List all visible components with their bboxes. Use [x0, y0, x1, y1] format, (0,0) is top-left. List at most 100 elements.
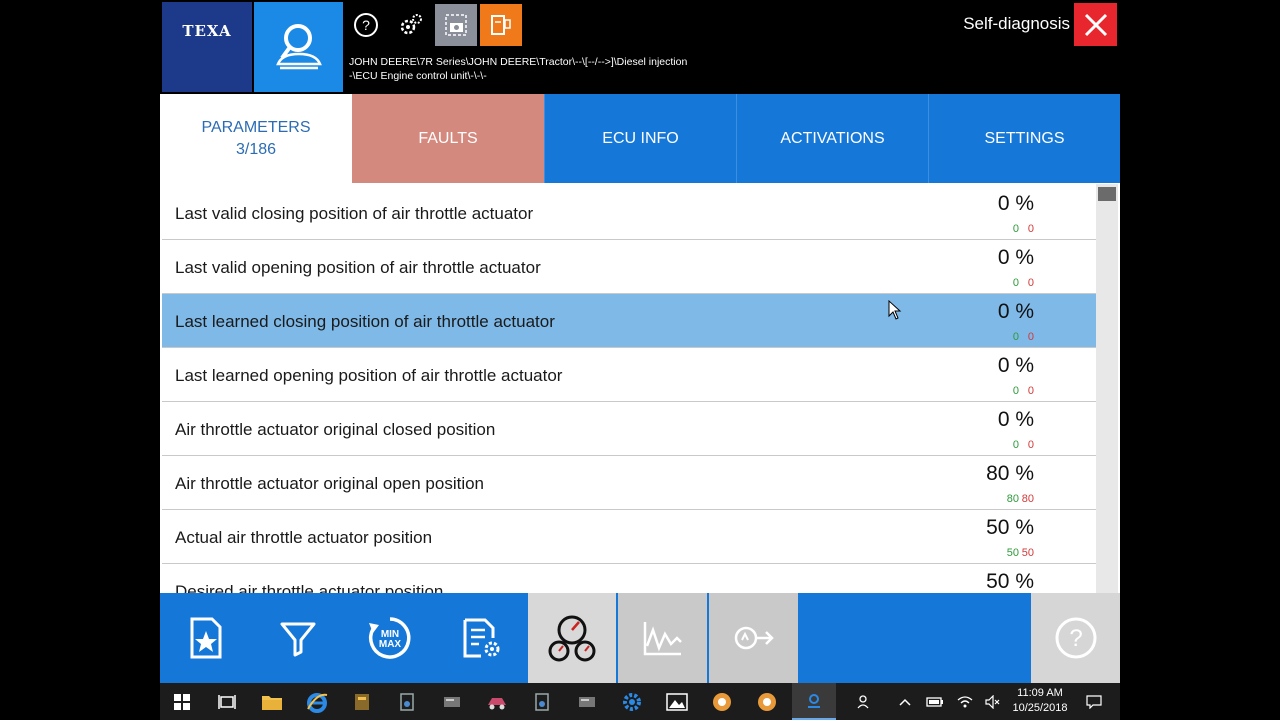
parameter-min: 50	[1006, 547, 1019, 559]
vehicle-search-button[interactable]	[254, 2, 343, 92]
favorites-button[interactable]	[160, 593, 252, 683]
parameter-min: 0	[1012, 223, 1019, 235]
parameter-max: 0	[1027, 277, 1034, 289]
taskbar-app-2[interactable]	[385, 683, 429, 720]
photos-icon	[666, 692, 688, 711]
tray-battery[interactable]	[920, 683, 950, 720]
tray-wifi[interactable]	[950, 683, 980, 720]
taskbar-app-7[interactable]	[700, 683, 744, 720]
app-vehicle-icon	[488, 697, 506, 709]
parameter-row[interactable]: Last valid opening position of air throt…	[162, 240, 1096, 294]
app-box-icon	[355, 693, 369, 710]
svg-text:?: ?	[362, 17, 370, 33]
filter-icon	[280, 622, 316, 657]
tab-activations-label: ACTIVATIONS	[780, 129, 885, 147]
tab-settings[interactable]: SETTINGS	[928, 94, 1120, 183]
document-settings-icon	[463, 618, 500, 658]
taskbar-app-1[interactable]	[340, 683, 384, 720]
mouse-cursor-icon	[888, 300, 902, 320]
wifi-icon	[957, 695, 973, 707]
parameter-row[interactable]: Last valid closing position of air throt…	[162, 186, 1096, 240]
task-view-button[interactable]	[205, 683, 249, 720]
parameter-row[interactable]: Desired air throttle actuator position 5…	[162, 564, 1096, 593]
tab-parameters-label: PARAMETERS	[201, 118, 311, 136]
camera-icon	[445, 14, 467, 36]
parameter-value: 0 %	[997, 192, 1034, 215]
action-center-button[interactable]	[1074, 683, 1114, 720]
task-view-icon	[218, 694, 236, 709]
list-scrollbar[interactable]	[1096, 184, 1118, 593]
tab-parameters[interactable]: PARAMETERS 3/186	[160, 94, 352, 183]
tab-faults[interactable]: FAULTS	[352, 94, 544, 183]
start-button[interactable]	[160, 683, 204, 720]
export-button[interactable]	[709, 593, 798, 683]
taskbar-clock[interactable]: 11:09 AM 10/25/2018	[1002, 686, 1078, 716]
diagnostic-device-icon	[491, 15, 511, 35]
taskbar-app-3[interactable]	[430, 683, 474, 720]
scrollbar-thumb[interactable]	[1098, 187, 1116, 201]
taskbar-settings[interactable]	[610, 683, 654, 720]
bottom-toolbar: MIN MAX ?	[160, 593, 1120, 683]
filter-button[interactable]	[252, 593, 344, 683]
help-button[interactable]: ?	[345, 4, 387, 46]
taskbar-app-4[interactable]	[475, 683, 519, 720]
tab-ecu-info[interactable]: ECU INFO	[544, 94, 736, 183]
graph-view-button[interactable]	[618, 593, 707, 683]
parameter-value: 0 %	[997, 408, 1034, 431]
vehicle-breadcrumb: JOHN DEERE\7R Series\JOHN DEERE\Tractor\…	[349, 56, 688, 82]
parameter-row[interactable]: Air throttle actuator original open posi…	[162, 456, 1096, 510]
mode-title: Self-diagnosis	[963, 14, 1070, 33]
screenshot-button[interactable]	[435, 4, 477, 46]
parameter-row[interactable]: Actual air throttle actuator position 50…	[162, 510, 1096, 564]
minmax-bottom-label: MAX	[379, 639, 402, 650]
tab-bar: PARAMETERS 3/186 FAULTS ECU INFO ACTIVAT…	[160, 94, 1120, 183]
tray-expand[interactable]	[890, 683, 920, 720]
reset-minmax-button[interactable]: MIN MAX	[344, 593, 436, 683]
parameter-row[interactable]: Last learned opening position of air thr…	[162, 348, 1096, 402]
taskbar-app-6[interactable]	[565, 683, 609, 720]
parameter-max: 50	[1021, 547, 1034, 559]
close-button[interactable]	[1074, 3, 1117, 46]
device-button[interactable]	[480, 4, 522, 46]
parameter-row[interactable]: Air throttle actuator original closed po…	[162, 402, 1096, 456]
clock-time: 11:09 AM	[1017, 687, 1063, 699]
app-tool-icon	[579, 696, 595, 707]
favorites-page-icon	[190, 617, 222, 659]
taskbar-app-5[interactable]	[520, 683, 564, 720]
parameter-min: 0	[1012, 331, 1019, 343]
taskbar-texa-active[interactable]	[792, 683, 836, 720]
tray-people[interactable]	[850, 683, 880, 720]
gauges-view-button[interactable]	[528, 593, 616, 683]
internet-explorer-icon	[307, 692, 328, 713]
parameter-min: 0	[1012, 277, 1019, 289]
volume-muted-icon	[985, 694, 1000, 709]
app-doc-icon	[535, 692, 549, 711]
tab-settings-label: SETTINGS	[984, 129, 1065, 147]
parameter-max: 0	[1027, 439, 1034, 451]
parameter-name: Air throttle actuator original open posi…	[175, 474, 485, 493]
taskbar-file-explorer[interactable]	[250, 683, 294, 720]
people-icon	[857, 694, 869, 708]
gear-button[interactable]	[390, 4, 432, 46]
parameter-min: 80	[1006, 493, 1019, 505]
header-bar: TEXA ? JOHN DEERE\7R Series\JOHN DEERE\T…	[160, 0, 1120, 94]
taskbar-photos[interactable]	[655, 683, 699, 720]
parameter-name: Last learned opening position of air thr…	[175, 366, 563, 385]
parameter-name: Last learned closing position of air thr…	[175, 312, 555, 331]
tab-parameters-count: 3/186	[235, 140, 277, 158]
help-bottom-button[interactable]: ?	[1031, 593, 1120, 683]
help-icon: ?	[354, 13, 378, 37]
svg-text:?: ?	[1069, 625, 1082, 652]
parameter-max: 0	[1027, 331, 1034, 343]
tab-activations[interactable]: ACTIVATIONS	[736, 94, 928, 183]
parameter-value: 0 %	[997, 354, 1034, 377]
taskbar-app-8[interactable]	[745, 683, 789, 720]
texa-logo: TEXA	[162, 2, 252, 92]
tab-ecu-info-label: ECU INFO	[602, 129, 679, 147]
parameter-row-selected[interactable]: Last learned closing position of air thr…	[162, 294, 1096, 348]
texa-app-icon	[808, 693, 820, 708]
close-icon	[1084, 13, 1107, 36]
taskbar-internet-explorer[interactable]	[295, 683, 339, 720]
parameter-name: Air throttle actuator original closed po…	[175, 420, 496, 439]
list-settings-button[interactable]	[436, 593, 528, 683]
